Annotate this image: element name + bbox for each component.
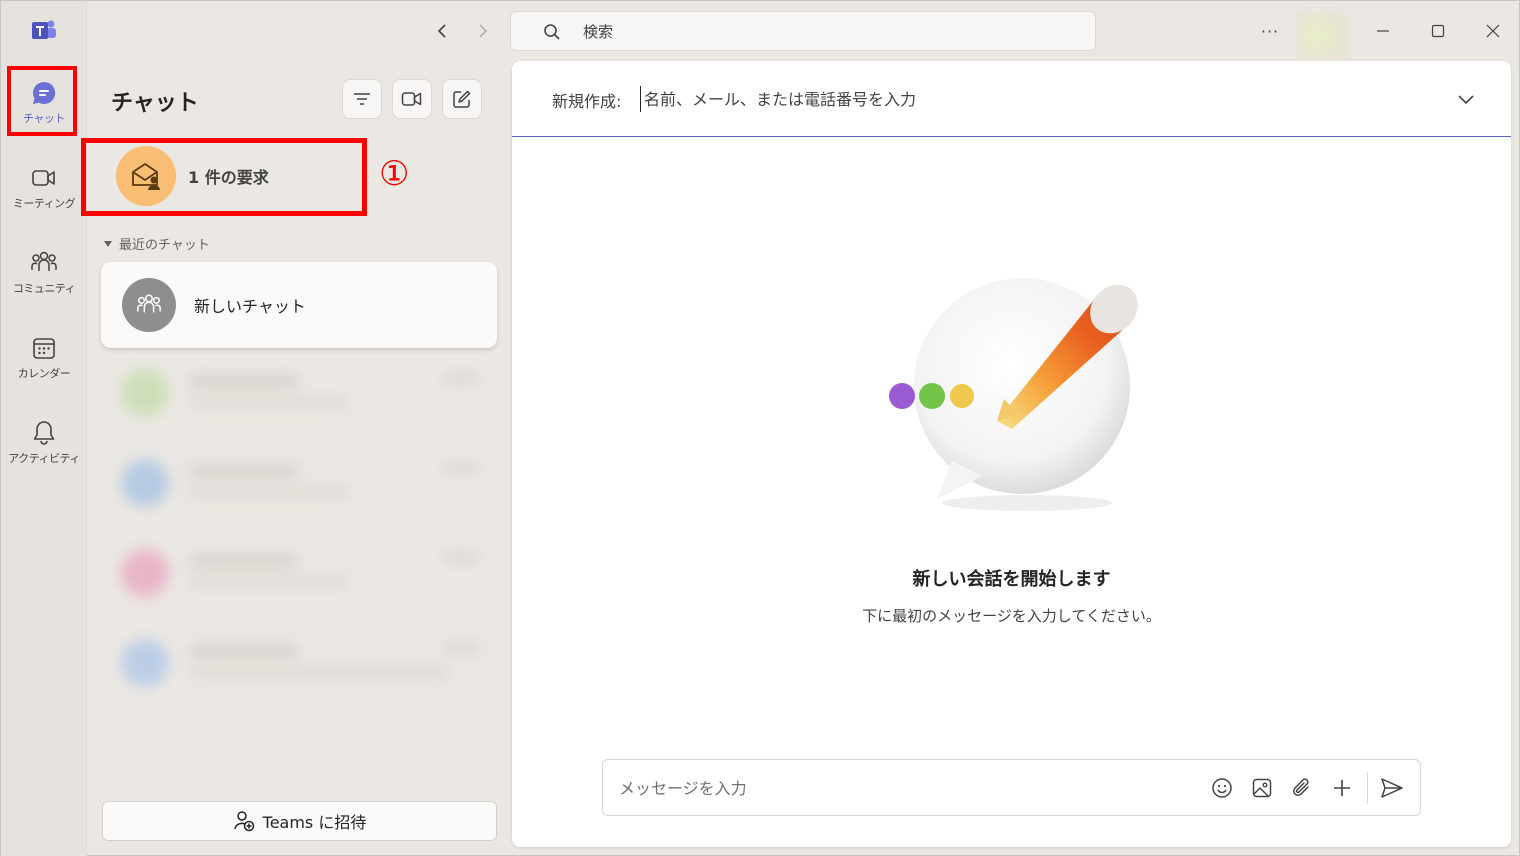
message-input[interactable] [619,776,1179,800]
minimize-icon [1377,30,1389,32]
to-label: 新規作成: [552,92,622,111]
profile-avatar[interactable] [1297,13,1347,59]
recipient-bar: 新規作成: [512,61,1511,137]
video-camera-icon [401,92,422,106]
invite-to-teams-button[interactable]: Teams に招待 [102,801,497,841]
chevron-left-icon [437,24,446,38]
send-icon [1381,778,1403,798]
recipient-input[interactable] [640,86,1400,112]
emoji-button[interactable] [1209,775,1235,801]
rail-item-label: カレンダー [17,367,71,380]
pane-title: チャット [111,91,199,116]
compose-icon [453,90,471,108]
calendar-icon [29,333,59,363]
new-conversation-illustration [882,271,1152,521]
caret-down-icon [104,240,112,247]
rail-item-label: アクティビティ [8,452,80,465]
annotation-number: ① [379,154,410,194]
app-rail: チャット ミーティング コミュニティ カレンダー アクティビティ [1,1,87,856]
attach-button[interactable] [1289,775,1315,801]
chat-list-item[interactable] [113,453,493,513]
bell-icon [29,418,59,448]
rail-item-community[interactable]: コミュニティ [9,237,79,307]
rail-item-calendar[interactable]: カレンダー [9,322,79,392]
close-icon [1486,24,1500,38]
chat-list-item[interactable] [113,543,493,603]
empty-state-title: 新しい会話を開始します [912,569,1111,590]
paperclip-icon [1293,778,1309,796]
filter-icon [354,93,370,105]
search-icon [543,23,561,45]
send-button[interactable] [1379,775,1405,801]
back-button[interactable] [430,19,454,43]
group-avatar [122,278,176,332]
invite-label: Teams に招待 [262,813,367,832]
recent-chats-label: 最近のチャット [119,238,210,253]
filter-button[interactable] [342,79,382,119]
search-box[interactable] [510,11,1096,51]
chat-list-item[interactable] [113,633,493,693]
chevron-down-icon [1458,95,1474,105]
chevron-right-icon [479,24,488,38]
video-camera-icon [29,163,59,193]
recent-chats-header[interactable]: 最近のチャット [103,234,210,253]
rail-item-activity[interactable]: アクティビティ [8,407,80,477]
community-icon [29,248,59,278]
teams-window: チャット ミーティング コミュニティ カレンダー アクティビティ 検索 ··· … [0,0,1520,856]
new-chat-label: 新しいチャット [194,297,306,316]
message-composer [602,759,1421,816]
composer-divider [1367,772,1368,804]
new-chat-button[interactable] [442,79,482,119]
group-icon [137,294,161,313]
empty-state-subtitle: 下に最初のメッセージを入力してください。 [862,607,1161,625]
request-highlight-box [81,138,367,216]
meet-now-button[interactable] [392,79,432,119]
image-icon [1252,778,1272,798]
maximize-icon [1431,24,1445,38]
person-add-icon [233,811,254,832]
rail-item-label: コミュニティ [12,282,76,295]
maximize-button[interactable] [1424,17,1452,45]
expand-button[interactable] [1454,88,1478,112]
minimize-button[interactable] [1369,17,1397,45]
chat-highlight-box [7,66,77,136]
close-button[interactable] [1479,17,1507,45]
rail-item-meetings[interactable]: ミーティング [9,152,79,222]
plus-icon [1334,780,1350,796]
search-input[interactable] [583,21,1063,43]
new-chat-item[interactable]: 新しいチャット [101,262,497,348]
more-options-button[interactable]: ··· [1255,19,1285,43]
chat-list-item[interactable] [113,363,493,423]
rail-item-label: ミーティング [12,197,76,210]
more-actions-button[interactable] [1329,775,1355,801]
image-button[interactable] [1249,775,1275,801]
new-chat-panel: 新規作成: 名前、メール、または電話番号を入力 新しい会話を開始します 下に最初… [512,61,1511,847]
forward-button[interactable] [471,19,495,43]
emoji-icon [1212,778,1232,798]
teams-logo-icon [31,19,57,43]
